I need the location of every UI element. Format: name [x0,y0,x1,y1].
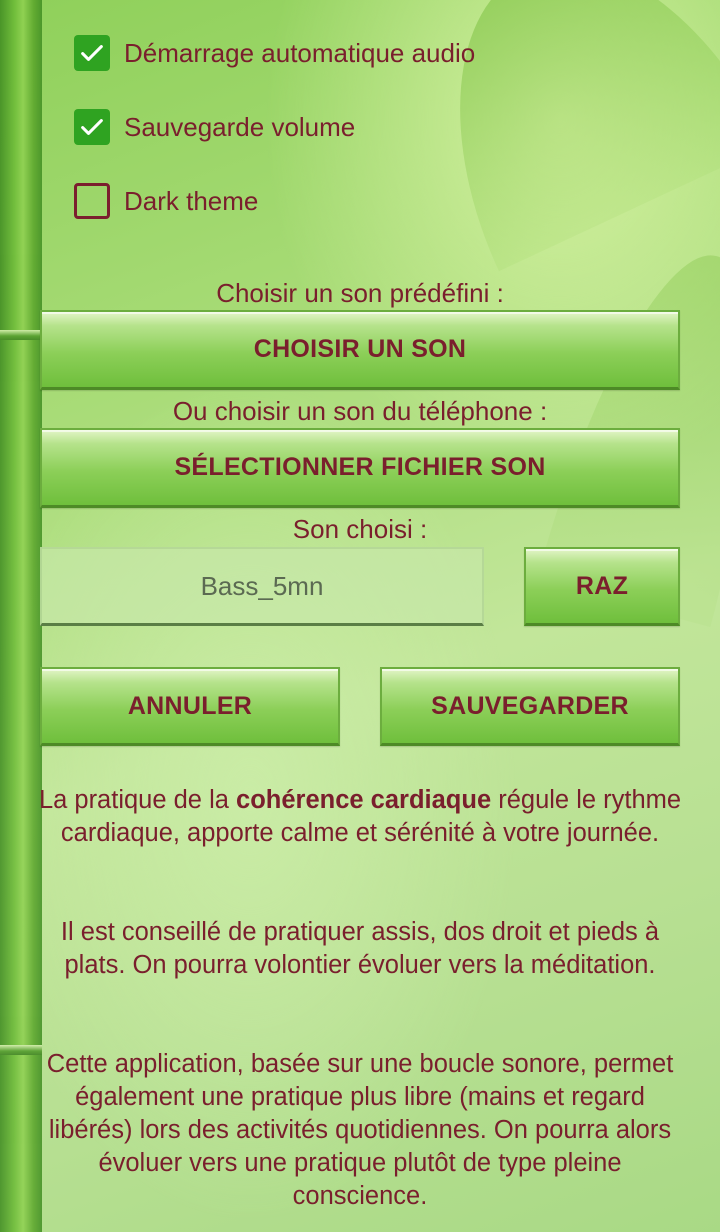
cancel-button[interactable]: ANNULER [40,667,340,746]
description-paragraph-2: Il est conseillé de pratiquer assis, dos… [60,918,660,979]
phone-sound-caption: Ou choisir un son du téléphone : [172,396,548,426]
checkbox-checked-icon[interactable] [74,35,110,71]
chosen-sound-caption: Son choisi : [292,514,428,544]
bamboo-node [0,330,42,340]
checkbox-unchecked-icon[interactable] [74,183,110,219]
choose-sound-button[interactable]: CHOISIR UN SON [40,310,680,390]
description-text: La pratique de la [38,786,237,814]
reset-sound-button[interactable]: RAZ [524,547,680,626]
checkbox-checked-icon[interactable] [74,109,110,145]
description-paragraph-3: Cette application, basée sur une boucle … [46,1050,674,1210]
select-sound-file-button[interactable]: SÉLECTIONNER FICHIER SON [40,428,680,508]
checkbox-label: Sauvegarde volume [124,111,356,142]
description-paragraph-1: La pratique de la cohérence cardiaque ré… [30,784,690,850]
save-button[interactable]: SAUVEGARDER [380,667,680,746]
checkbox-save-volume[interactable]: Sauvegarde volume [74,107,355,147]
checkbox-dark-theme[interactable]: Dark theme [74,181,258,221]
checkbox-autostart-audio[interactable]: Démarrage automatique audio [74,33,475,73]
description-emphasis: cohérence cardiaque [236,786,492,814]
predefined-sound-caption: Choisir un son prédéfini : [216,278,504,308]
chosen-sound-field[interactable]: Bass_5mn [40,547,484,626]
checkbox-label: Dark theme [124,185,259,216]
checkbox-label: Démarrage automatique audio [124,37,476,68]
